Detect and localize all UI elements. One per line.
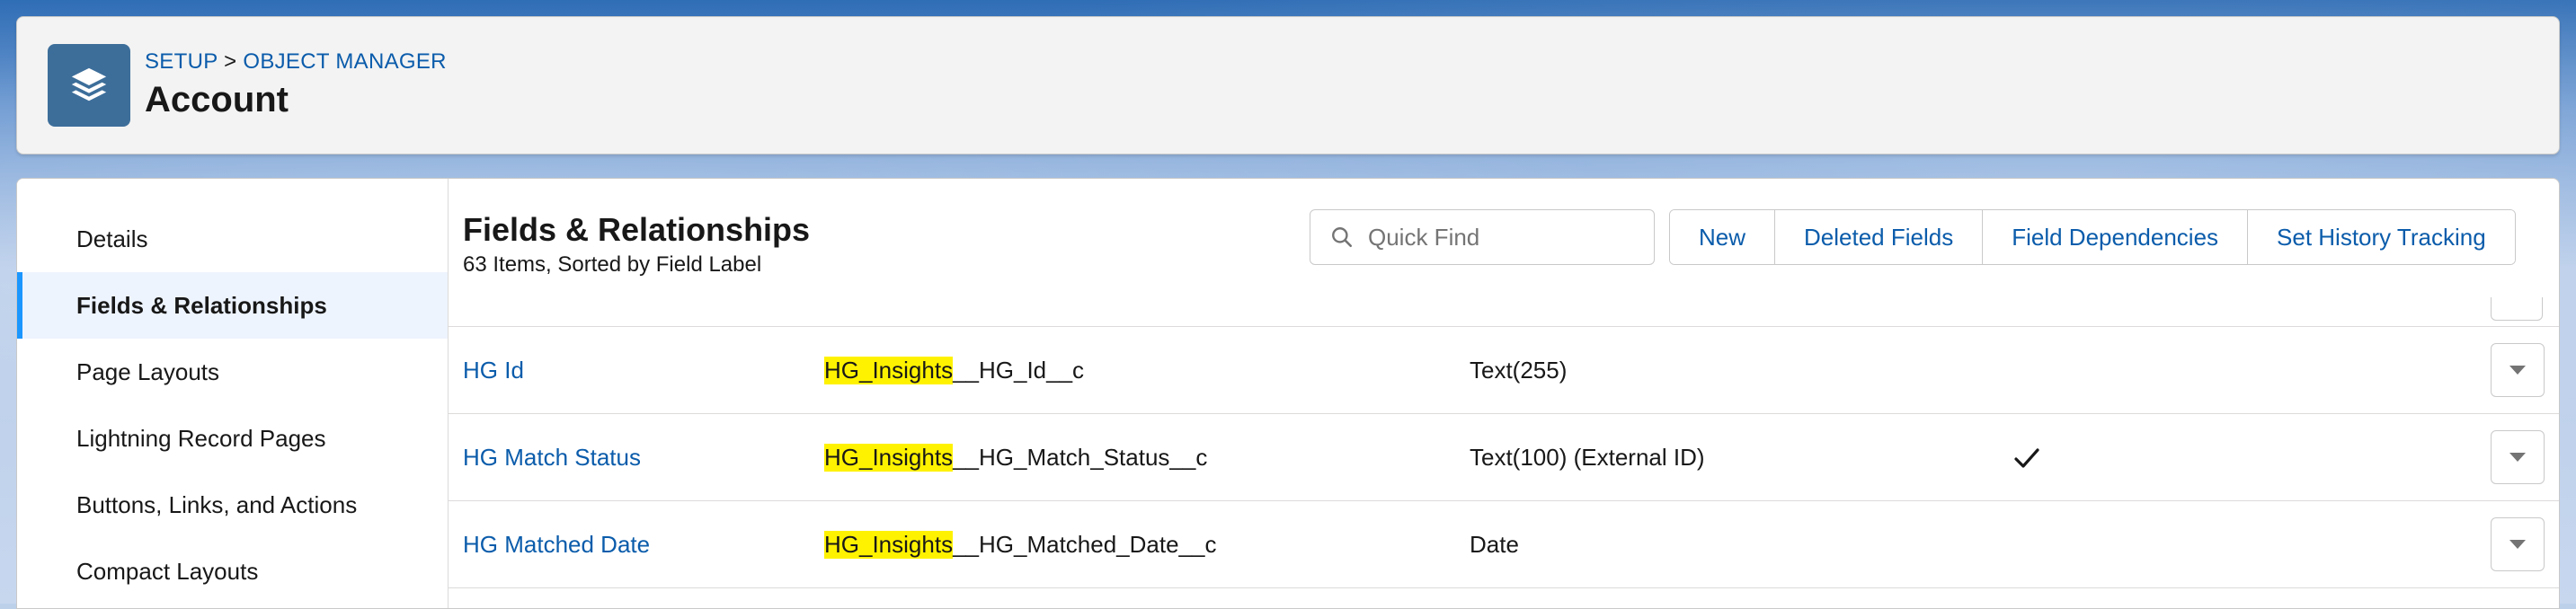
search-highlight: HG_Insights: [824, 531, 954, 559]
sidebar-item-details[interactable]: Details: [17, 206, 448, 272]
sidebar-item-label: Compact Layouts: [76, 557, 259, 585]
table-row: HG Match Status HG_Insights __HG_Match_St…: [449, 414, 2559, 501]
field-api-suffix: __HG_Match_Status__c: [953, 444, 1208, 471]
row-action-button[interactable]: [2491, 430, 2545, 484]
sidebar-nav: Details Fields & Relationships Page Layo…: [17, 179, 449, 608]
layers-icon: [48, 44, 130, 127]
sidebar-item-fields-relationships[interactable]: Fields & Relationships: [17, 272, 448, 339]
search-highlight: HG_Insights: [824, 357, 954, 384]
action-button-group: New Deleted Fields Field Dependencies Se…: [1669, 209, 2516, 265]
set-history-tracking-button[interactable]: Set History Tracking: [2248, 210, 2515, 264]
fields-table: HG Id HG_Insights __HG_Id__c Text(255) HG…: [449, 297, 2559, 608]
field-label-link[interactable]: HG Id: [463, 327, 524, 414]
sidebar-item-label: Page Layouts: [76, 357, 220, 385]
field-data-type: Text(255): [1470, 357, 1568, 384]
sidebar-item-label: Lightning Record Pages: [76, 424, 326, 452]
sidebar-item-compact-layouts[interactable]: Compact Layouts: [17, 538, 448, 605]
field-api-name: HG_Insights __HG_Id__c: [824, 327, 1084, 414]
breadcrumb-setup-link[interactable]: SETUP: [145, 49, 218, 74]
breadcrumb-object-manager-link[interactable]: OBJECT MANAGER: [243, 49, 446, 74]
field-data-type: Date: [1470, 531, 1519, 558]
field-api-name: HG_Insights __HG_Matched_Date__c: [824, 501, 1216, 588]
field-api-suffix: __HG_Id__c: [953, 357, 1085, 384]
sidebar-item-label: Fields & Relationships: [76, 291, 327, 319]
table-row: HG Matched Date HG_Insights __HG_Matched_…: [449, 501, 2559, 588]
sidebar-item-label: Buttons, Links, and Actions: [76, 490, 358, 518]
object-header: SETUP > OBJECT MANAGER Account: [16, 16, 2560, 154]
page-title: Account: [145, 80, 289, 119]
sidebar-item-label: Details: [76, 225, 148, 252]
field-dependencies-button[interactable]: Field Dependencies: [1983, 210, 2249, 264]
deleted-fields-button[interactable]: Deleted Fields: [1775, 210, 1984, 264]
breadcrumb: SETUP > OBJECT MANAGER: [145, 49, 447, 75]
field-api-suffix: __HG_Matched_Date__c: [953, 531, 1217, 558]
row-action-button[interactable]: [2491, 343, 2545, 397]
sidebar-item-lightning-record-pages[interactable]: Lightning Record Pages: [17, 405, 448, 472]
field-label-link[interactable]: HG Match Status: [463, 414, 641, 501]
field-data-type: Text(100) (External ID): [1470, 444, 1705, 471]
new-button[interactable]: New: [1670, 210, 1776, 264]
table-row: [449, 297, 2559, 327]
quick-find-search[interactable]: [1310, 209, 1655, 265]
table-row: HG Id HG_Insights __HG_Id__c Text(255): [449, 327, 2559, 414]
quick-find-input[interactable]: [1366, 222, 1639, 252]
sidebar-item-page-layouts[interactable]: Page Layouts: [17, 339, 448, 405]
chevron-down-icon: [2509, 366, 2526, 375]
fields-content: Fields & Relationships 63 Items, Sorted …: [449, 179, 2559, 608]
search-highlight: HG_Insights: [824, 444, 954, 472]
section-title: Fields & Relationships: [463, 211, 811, 248]
sidebar-item-buttons-links-actions[interactable]: Buttons, Links, and Actions: [17, 472, 448, 538]
breadcrumb-separator: >: [224, 49, 237, 74]
field-label-link[interactable]: HG Matched Date: [463, 501, 650, 588]
chevron-down-icon: [2509, 453, 2526, 462]
row-action-button[interactable]: [2491, 297, 2543, 321]
field-api-name: HG_Insights __HG_Match_Status__c: [824, 414, 1207, 501]
chevron-down-icon: [2509, 540, 2526, 549]
row-action-button[interactable]: [2491, 517, 2545, 571]
checkmark-icon: [2000, 414, 2054, 501]
section-subtitle: 63 Items, Sorted by Field Label: [463, 252, 762, 277]
search-icon: [1330, 225, 1354, 249]
object-manager-panel: Details Fields & Relationships Page Layo…: [16, 178, 2560, 609]
